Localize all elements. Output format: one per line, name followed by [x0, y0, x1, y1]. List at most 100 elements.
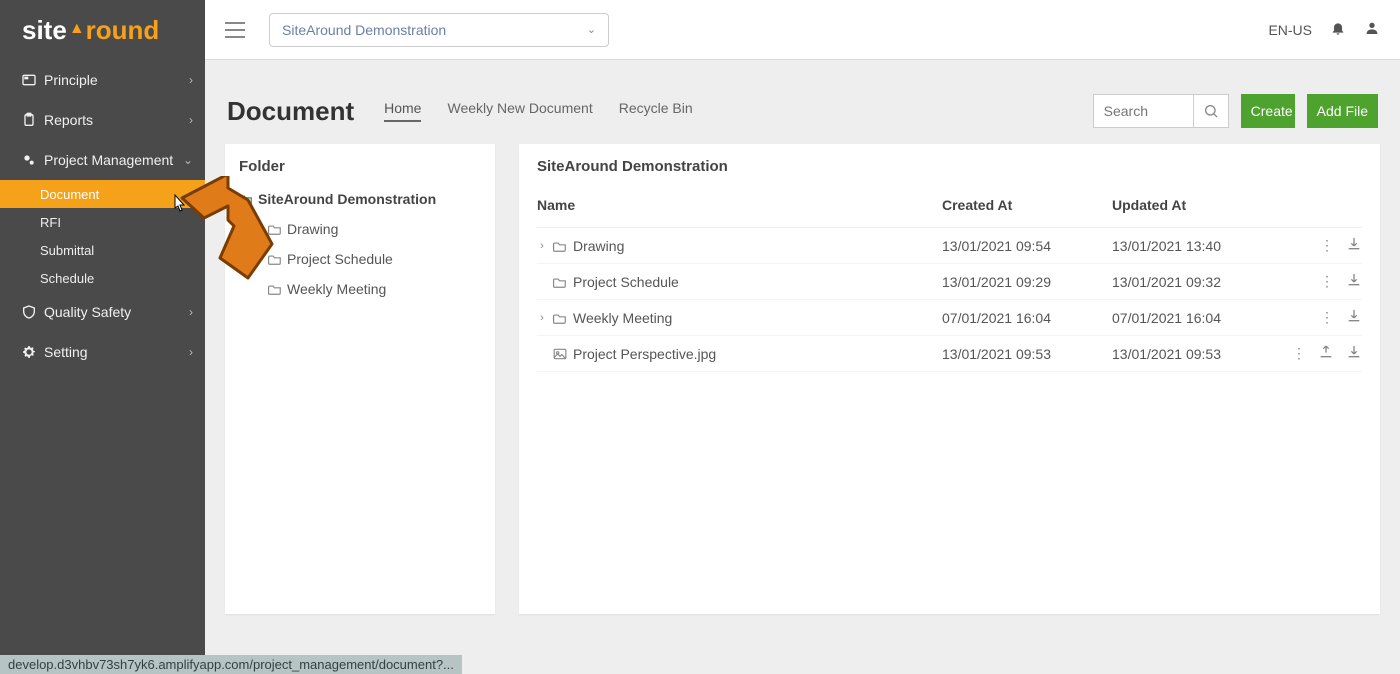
search-button[interactable]	[1193, 94, 1229, 128]
sidebar-item-label: Project Management	[40, 152, 183, 168]
file-name: Project Perspective.jpg	[573, 346, 716, 362]
chevron-right-icon: ›	[189, 305, 193, 319]
download-icon[interactable]	[1346, 344, 1362, 363]
table-row[interactable]: Project Schedule 13/01/2021 09:2913/01/20…	[537, 264, 1362, 300]
add-file-button[interactable]: Add File	[1307, 94, 1378, 128]
column-header-created: Created At	[942, 197, 1112, 213]
badge-icon	[18, 72, 40, 88]
sidebar-subitem-label: Document	[40, 187, 99, 202]
more-icon[interactable]: ⋮	[1320, 273, 1334, 290]
tree-root-item[interactable]: SiteAround Demonstration	[239, 187, 481, 211]
download-icon[interactable]	[1346, 236, 1362, 255]
files-panel-title: SiteAround Demonstration	[537, 158, 1362, 175]
create-folder-button[interactable]: Create Folder	[1241, 94, 1295, 128]
chevron-right-icon: ›	[537, 312, 547, 324]
share-icon[interactable]	[1318, 344, 1334, 363]
button-label: Create Folder	[1251, 103, 1295, 119]
gears-icon	[18, 152, 40, 168]
image-icon	[553, 348, 567, 360]
chevron-right-icon: ›	[537, 240, 547, 252]
clipboard-icon	[18, 112, 40, 128]
folder-icon	[553, 240, 567, 252]
folder-icon	[239, 193, 253, 205]
tab-home[interactable]: Home	[384, 100, 421, 122]
search-box	[1093, 94, 1229, 128]
file-updated: 13/01/2021 09:53	[1112, 346, 1282, 362]
tree-item-label: Weekly Meeting	[287, 281, 386, 297]
folder-icon	[553, 276, 567, 288]
bell-icon[interactable]	[1330, 20, 1346, 39]
more-icon[interactable]: ⋮	[1320, 237, 1334, 254]
tab-weekly-new-document[interactable]: Weekly New Document	[447, 100, 592, 122]
sidebar-nav: Principle › Reports › Project Management…	[0, 60, 205, 674]
sidebar-subitem-document[interactable]: Document	[0, 180, 205, 208]
topbar-right: EN-US	[1268, 20, 1380, 39]
folder-panel-title: Folder	[239, 158, 481, 175]
tab-label: Recycle Bin	[619, 100, 693, 116]
sidebar-item-project-management[interactable]: Project Management ⌄	[0, 140, 205, 180]
sidebar-item-label: Setting	[40, 344, 189, 360]
sidebar-subitem-submittal[interactable]: Submittal	[0, 236, 205, 264]
sidebar-subitem-label: Submittal	[40, 243, 94, 258]
table-row[interactable]: › Drawing 13/01/2021 09:5413/01/2021 13:40…	[537, 228, 1362, 264]
tree-item-label: SiteAround Demonstration	[258, 191, 436, 207]
more-icon[interactable]: ⋮	[1292, 345, 1306, 362]
sidebar: site▲round Principle › Reports › Project…	[0, 0, 205, 674]
file-created: 13/01/2021 09:54	[942, 238, 1112, 254]
tree-item-label: Drawing	[287, 221, 338, 237]
column-header-updated: Updated At	[1112, 197, 1282, 213]
folder-panel: Folder SiteAround Demonstration › Drawing…	[225, 144, 495, 614]
file-name: Drawing	[573, 238, 624, 254]
language-selector[interactable]: EN-US	[1268, 22, 1312, 38]
sidebar-item-reports[interactable]: Reports ›	[0, 100, 205, 140]
user-icon[interactable]	[1364, 20, 1380, 39]
search-input[interactable]	[1093, 94, 1193, 128]
chevron-right-icon: ›	[189, 73, 193, 87]
tree-item[interactable]: Project Schedule	[253, 247, 481, 271]
file-name: Project Schedule	[573, 274, 679, 290]
page-tabs: Home Weekly New Document Recycle Bin	[384, 100, 693, 122]
file-created: 13/01/2021 09:53	[942, 346, 1112, 362]
sidebar-item-principle[interactable]: Principle ›	[0, 60, 205, 100]
chevron-down-icon: ⌄	[587, 23, 596, 36]
button-label: Add File	[1317, 103, 1368, 119]
sidebar-item-quality-safety[interactable]: Quality Safety ›	[0, 292, 205, 332]
file-updated: 07/01/2021 16:04	[1112, 310, 1282, 326]
folder-icon	[268, 253, 282, 265]
table-row[interactable]: Project Perspective.jpg 13/01/2021 09:531…	[537, 336, 1362, 372]
page-header: Document Home Weekly New Document Recycl…	[205, 60, 1400, 144]
file-updated: 13/01/2021 13:40	[1112, 238, 1282, 254]
table-row[interactable]: ›Weekly Meeting07/01/2021 16:0407/01/202…	[537, 300, 1362, 336]
file-updated: 13/01/2021 09:32	[1112, 274, 1282, 290]
tree-item-label: Project Schedule	[287, 251, 393, 267]
logo-text-1: site	[22, 15, 67, 46]
download-icon[interactable]	[1346, 272, 1362, 291]
sidebar-item-setting[interactable]: Setting ›	[0, 332, 205, 372]
folder-icon	[553, 312, 567, 324]
sidebar-subitem-schedule[interactable]: Schedule	[0, 264, 205, 292]
gear-icon	[18, 344, 40, 360]
sidebar-item-label: Reports	[40, 112, 189, 128]
sidebar-item-label: Principle	[40, 72, 189, 88]
chevron-right-icon: ›	[189, 113, 193, 127]
sidebar-item-label: Quality Safety	[40, 304, 189, 320]
project-select[interactable]: SiteAround Demonstration ⌄	[269, 13, 609, 47]
chevron-right-icon: ›	[189, 345, 193, 359]
more-icon[interactable]: ⋮	[1320, 309, 1334, 326]
file-created: 13/01/2021 09:29	[942, 274, 1112, 290]
tree-item[interactable]: › Drawing	[253, 217, 481, 241]
tree-item[interactable]: Weekly Meeting	[253, 277, 481, 301]
sidebar-subitem-rfi[interactable]: RFI	[0, 208, 205, 236]
download-icon[interactable]	[1346, 308, 1362, 327]
logo-text-2: round	[86, 15, 160, 46]
app-logo: site▲round	[0, 0, 205, 60]
tab-recycle-bin[interactable]: Recycle Bin	[619, 100, 693, 122]
tab-label: Weekly New Document	[447, 100, 592, 116]
hamburger-icon[interactable]	[225, 22, 245, 38]
main-content: Document Home Weekly New Document Recycl…	[205, 60, 1400, 674]
shield-icon	[18, 304, 40, 320]
page-title: Document	[227, 96, 354, 127]
folder-icon	[268, 283, 282, 295]
folder-icon	[268, 223, 282, 235]
chevron-right-icon: ›	[253, 223, 263, 235]
